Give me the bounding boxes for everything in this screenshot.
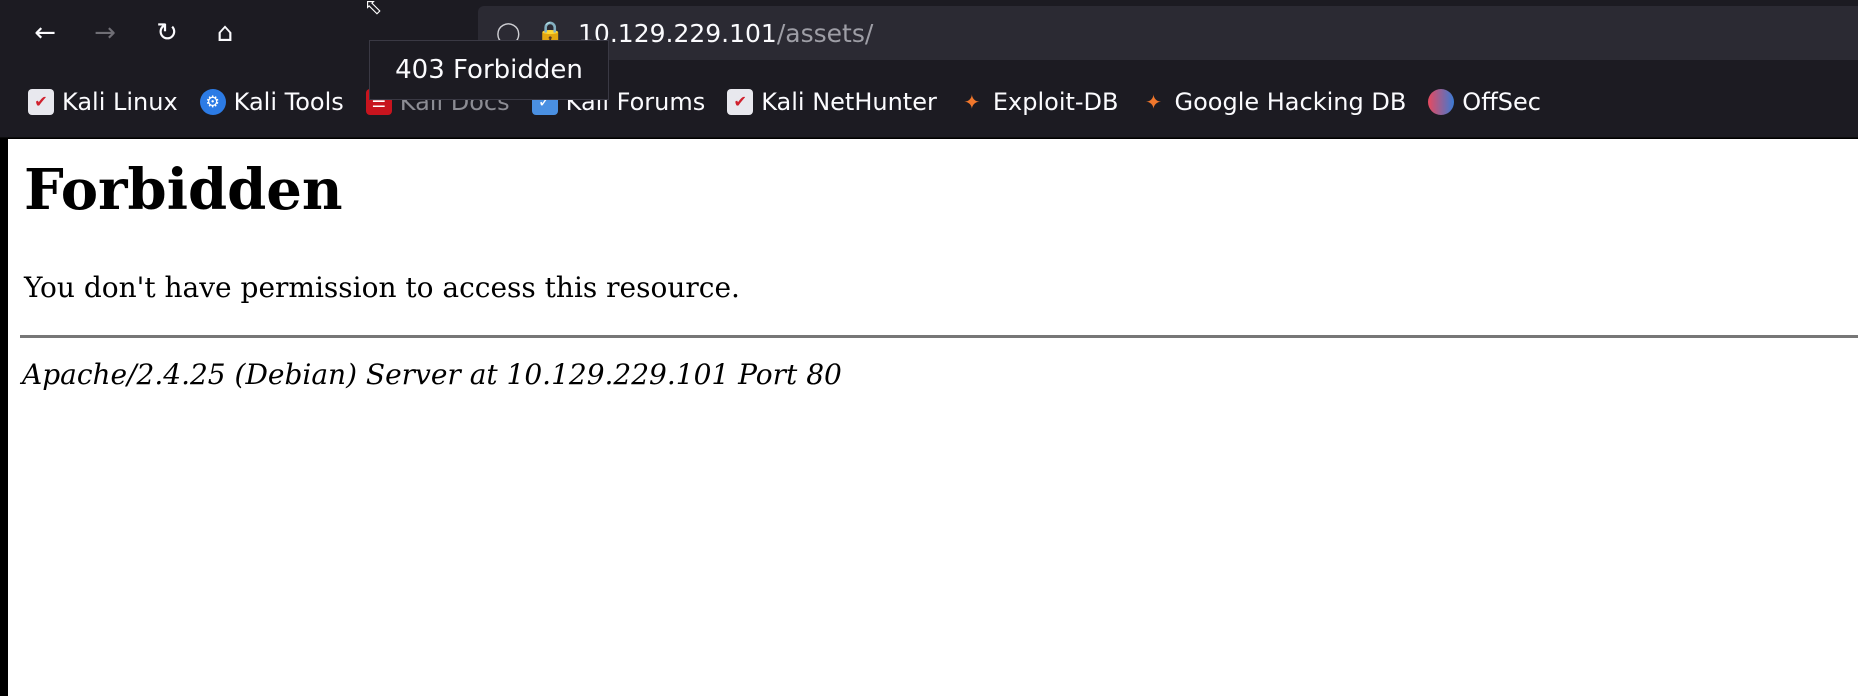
bookmark-kali-linux[interactable]: ✔ Kali Linux	[28, 88, 178, 116]
back-button[interactable]: ←	[24, 12, 66, 54]
address-bar[interactable]: ◯ 🔒 10.129.229.101/assets/	[478, 6, 1858, 60]
server-signature: Apache/2.4.25 (Debian) Server at 10.129.…	[22, 358, 842, 391]
bookmark-label: Exploit-DB	[992, 87, 1119, 116]
bookmark-kali-nethunter[interactable]: ✔ Kali NetHunter	[727, 88, 937, 116]
tab-title-tooltip: 403 Forbidden	[369, 40, 609, 100]
bookmark-google-hacking-db[interactable]: ✦ Google Hacking DB	[1141, 87, 1407, 116]
bookmarks-toolbar: ✔ Kali Linux ⚙ Kali Tools ☰ Kali Docs ✓ …	[0, 66, 1858, 138]
error-message: You don't have permission to access this…	[24, 271, 740, 304]
bookmark-label: Kali Tools	[233, 87, 344, 116]
url-path: /assets/	[776, 18, 874, 48]
bookmark-label: Kali Linux	[62, 87, 178, 116]
home-button[interactable]: ⌂	[204, 12, 246, 54]
page-title: Forbidden	[24, 157, 343, 223]
kali-tools-icon: ⚙	[199, 88, 226, 115]
window-edge	[0, 139, 8, 696]
bookmark-offsec[interactable]: OffSec	[1428, 88, 1541, 116]
exploit-db-icon: ✦	[1145, 89, 1162, 114]
home-icon: ⌂	[216, 18, 234, 48]
kali-icon: ✔	[28, 88, 54, 115]
bookmark-label: OffSec	[1462, 87, 1541, 116]
arrow-right-icon: →	[94, 18, 116, 48]
navigation-toolbar: ← → ↻ ⌂ ◯ 🔒 10.129.229.101/assets/	[0, 0, 1858, 66]
reload-button[interactable]: ↻	[146, 12, 188, 54]
offsec-icon	[1428, 88, 1455, 115]
kali-icon: ✔	[727, 88, 754, 115]
page-content: Forbidden You don't have permission to a…	[0, 139, 1858, 696]
url-text[interactable]: 10.129.229.101/assets/	[578, 19, 873, 48]
bookmark-exploit-db[interactable]: ✦ Exploit-DB	[959, 87, 1119, 116]
exploit-db-icon: ✦	[963, 89, 981, 114]
reload-icon: ↻	[156, 18, 178, 48]
forward-button[interactable]: →	[84, 12, 126, 54]
arrow-left-icon: ←	[34, 18, 56, 48]
bookmark-label: Google Hacking DB	[1174, 87, 1407, 116]
bookmark-kali-tools[interactable]: ⚙ Kali Tools	[199, 87, 344, 116]
mouse-cursor-icon: ⬁	[364, 0, 383, 20]
browser-window: ← → ↻ ⌂ ◯ 🔒 10.129.229.101/assets/ ✔ Kal…	[0, 0, 1858, 696]
divider	[20, 335, 1858, 338]
bookmark-label: Kali NetHunter	[761, 87, 937, 116]
